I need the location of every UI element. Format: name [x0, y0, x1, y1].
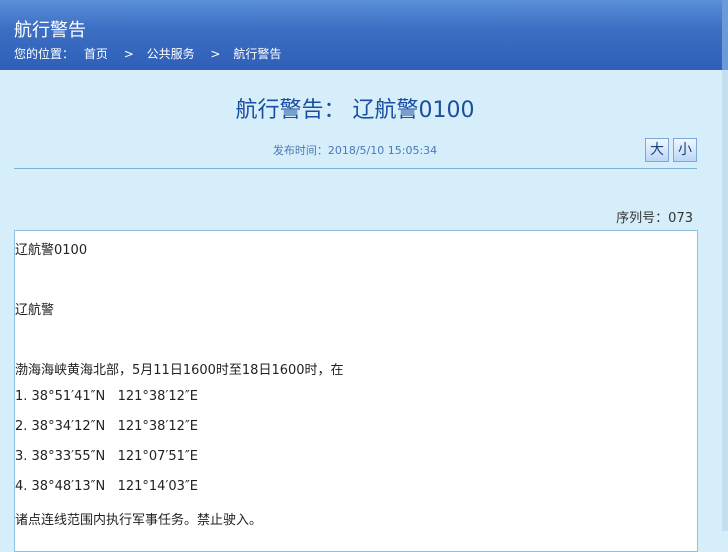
article-title: 航行警告： 辽航警0100: [235, 98, 475, 123]
main-content: 航行警告： 辽航警0100 发布时间：2018/5/10 15:05:34 大 …: [0, 70, 728, 552]
page-header: 航行警告 您的位置： 首页 > 公共服务 > 航行警告: [0, 0, 728, 70]
body-line: 4. 38°48′13″N 121°14′03″E: [15, 479, 199, 494]
breadcrumb-separator: >: [123, 47, 134, 61]
header-title: 航行警告: [14, 20, 86, 41]
breadcrumb-public-service-link[interactable]: 公共服务: [147, 47, 195, 61]
body-line: 1. 38°51′41″N 121°38′12″E: [15, 389, 199, 404]
article-body: 辽航警0100 辽航警 渤海海峡黄海北部，5月11日1600时至18日1600时…: [14, 230, 698, 552]
breadcrumb-navigation-warning-link[interactable]: 航行警告: [233, 47, 281, 61]
font-large-button[interactable]: 大: [645, 138, 669, 162]
body-line: 辽航警0100: [15, 243, 88, 258]
body-line: 渤海海峡黄海北部，5月11日1600时至18日1600时，在: [15, 363, 344, 378]
breadcrumb: 您的位置： 首页 > 公共服务 > 航行警告: [14, 45, 287, 62]
publish-time: 发布时间：2018/5/10 15:05:34: [272, 144, 438, 157]
breadcrumb-home-link[interactable]: 首页: [84, 47, 108, 61]
body-line: 诸点连线范围内执行军事任务。禁止驶入。: [15, 513, 263, 528]
body-line: 2. 38°34′12″N 121°38′12″E: [15, 419, 199, 434]
title-divider: [14, 168, 697, 169]
body-line: 辽航警: [15, 303, 55, 318]
serial-number: 序列号：073: [616, 211, 693, 226]
breadcrumb-prefix: 您的位置：: [14, 47, 75, 61]
breadcrumb-separator: >: [210, 47, 221, 61]
body-line: 3. 38°33′55″N 121°07′51″E: [15, 449, 199, 464]
font-small-button[interactable]: 小: [673, 138, 697, 162]
